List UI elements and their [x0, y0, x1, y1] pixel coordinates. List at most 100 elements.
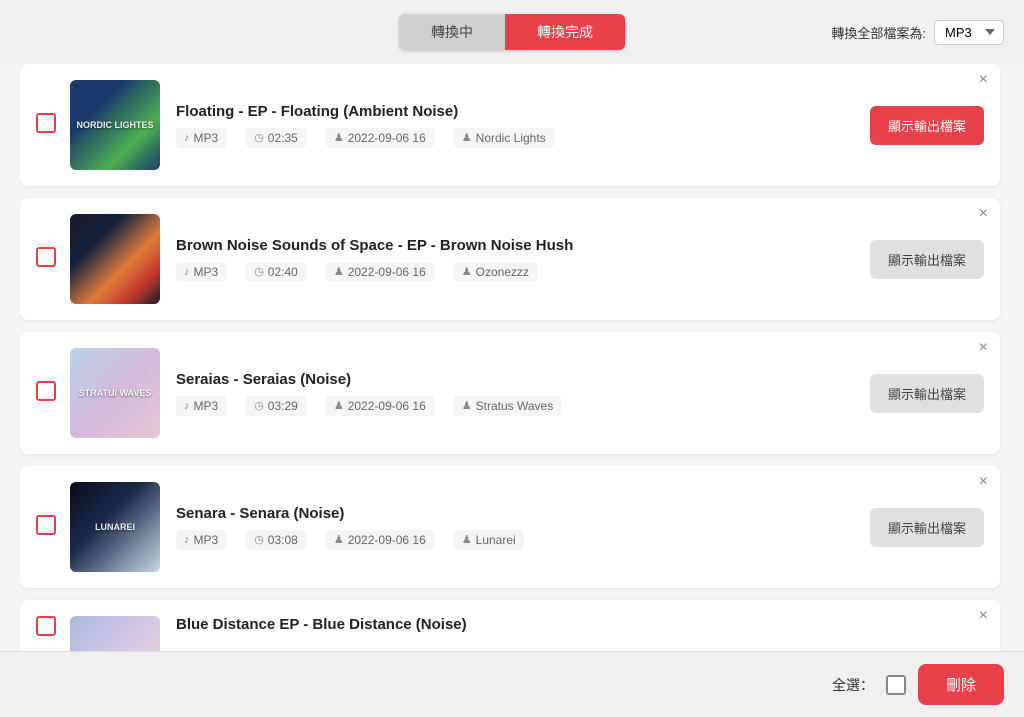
meta-format: ♪ MP3 — [176, 396, 226, 416]
tab-group: 轉換中 轉換完成 — [399, 14, 625, 50]
action-area: 顯示輸出檔案 — [870, 374, 984, 413]
track-checkbox[interactable] — [36, 247, 56, 267]
track-checkbox[interactable] — [36, 381, 56, 401]
album-art: LUNAREI — [70, 482, 160, 572]
album-art: NORDIC LIGHTES — [70, 80, 160, 170]
meta-date: ♟ 2022-09-06 16 — [326, 530, 434, 550]
track-title: Senara - Senara (Noise) — [176, 505, 854, 522]
checkbox-wrapper — [36, 616, 56, 641]
date-value: 2022-09-06 16 — [348, 533, 426, 547]
duration-value: 03:08 — [268, 533, 298, 547]
format-value: MP3 — [194, 131, 219, 145]
action-area: 顯示輸出檔案 — [870, 240, 984, 279]
format-label: 轉換全部檔案為: — [831, 23, 926, 42]
show-output-button[interactable]: 顯示輸出檔案 — [870, 374, 984, 413]
track-title: Blue Distance EP - Blue Distance (Noise) — [176, 616, 984, 633]
tab-done[interactable]: 轉換完成 — [505, 14, 625, 50]
format-selector: 轉換全部檔案為: MP3 AAC WAV FLAC OGG — [831, 20, 1004, 45]
meta-duration: ◷ 03:08 — [246, 530, 306, 550]
track-info: Floating - EP - Floating (Ambient Noise)… — [176, 103, 854, 148]
date-value: 2022-09-06 16 — [348, 265, 426, 279]
date-value: 2022-09-06 16 — [348, 399, 426, 413]
meta-artist: ♟ Lunarei — [454, 530, 524, 550]
track-title: Seraias - Seraias (Noise) — [176, 371, 854, 388]
meta-duration: ◷ 03:29 — [246, 396, 306, 416]
person-icon: ♟ — [334, 533, 344, 546]
track-info: Brown Noise Sounds of Space - EP - Brown… — [176, 237, 854, 282]
format-value: MP3 — [194, 265, 219, 279]
track-checkbox[interactable] — [36, 616, 56, 636]
format-select[interactable]: MP3 AAC WAV FLAC OGG — [934, 20, 1004, 45]
music-icon: ♪ — [184, 534, 190, 546]
checkbox-wrapper — [36, 113, 56, 138]
album-art-label: NORDIC LIGHTES — [76, 120, 153, 131]
track-title: Floating - EP - Floating (Ambient Noise) — [176, 103, 854, 120]
clock-icon: ◷ — [254, 131, 264, 144]
track-checkbox[interactable] — [36, 515, 56, 535]
track-info: Seraias - Seraias (Noise) ♪ MP3 ◷ 03:29 … — [176, 371, 854, 416]
track-meta: ♪ MP3 ◷ 02:40 ♟ 2022-09-06 16 ♟ Ozonezzz — [176, 262, 854, 282]
close-button[interactable]: × — [979, 608, 988, 624]
meta-artist: ♟ Nordic Lights — [454, 128, 554, 148]
checkbox-wrapper — [36, 247, 56, 272]
clock-icon: ◷ — [254, 265, 264, 278]
track-meta: ♪ MP3 ◷ 02:35 ♟ 2022-09-06 16 ♟ Nordic L… — [176, 128, 854, 148]
album-art — [70, 214, 160, 304]
track-card: × Brown Noise Sounds of Space - EP - Bro… — [20, 198, 1000, 320]
close-button[interactable]: × — [979, 206, 988, 222]
meta-date: ♟ 2022-09-06 16 — [326, 128, 434, 148]
bottom-bar: 全選： 刪除 — [0, 651, 1024, 717]
track-card: × LUNAREI Senara - Senara (Noise) ♪ MP3 … — [20, 466, 1000, 588]
artist-value: Nordic Lights — [476, 131, 546, 145]
meta-duration: ◷ 02:35 — [246, 128, 306, 148]
track-meta: ♪ MP3 ◷ 03:29 ♟ 2022-09-06 16 ♟ Stratus … — [176, 396, 854, 416]
person-icon: ♟ — [334, 265, 344, 278]
show-output-button[interactable]: 顯示輸出檔案 — [870, 240, 984, 279]
track-title: Brown Noise Sounds of Space - EP - Brown… — [176, 237, 854, 254]
duration-value: 02:35 — [268, 131, 298, 145]
select-all-checkbox[interactable] — [886, 675, 906, 695]
meta-format: ♪ MP3 — [176, 262, 226, 282]
album-art-label: STRATU/ WAVES — [79, 388, 152, 399]
close-button[interactable]: × — [979, 72, 988, 88]
select-all-label: 全選： — [832, 675, 874, 695]
album-art-label: LUNAREI — [95, 522, 135, 533]
duration-value: 03:29 — [268, 399, 298, 413]
artist-icon: ♟ — [462, 399, 472, 412]
artist-value: Ozonezzz — [476, 265, 529, 279]
clock-icon: ◷ — [254, 399, 264, 412]
action-area: 顯示輸出檔案 — [870, 508, 984, 547]
artist-value: Lunarei — [476, 533, 516, 547]
artist-icon: ♟ — [462, 131, 472, 144]
artist-icon: ♟ — [462, 533, 472, 546]
clock-icon: ◷ — [254, 533, 264, 546]
meta-artist: ♟ Ozonezzz — [454, 262, 537, 282]
show-output-button[interactable]: 顯示輸出檔案 — [870, 106, 984, 145]
music-icon: ♪ — [184, 266, 190, 278]
person-icon: ♟ — [334, 131, 344, 144]
duration-value: 02:40 — [268, 265, 298, 279]
track-card: × NORDIC LIGHTES Floating - EP - Floatin… — [20, 64, 1000, 186]
checkbox-wrapper — [36, 515, 56, 540]
track-info: Senara - Senara (Noise) ♪ MP3 ◷ 03:08 ♟ … — [176, 505, 854, 550]
close-button[interactable]: × — [979, 340, 988, 356]
track-card: × STRATU/ WAVES Seraias - Seraias (Noise… — [20, 332, 1000, 454]
track-checkbox[interactable] — [36, 113, 56, 133]
close-button[interactable]: × — [979, 474, 988, 490]
delete-button[interactable]: 刪除 — [918, 664, 1004, 705]
artist-icon: ♟ — [462, 265, 472, 278]
content-area: × NORDIC LIGHTES Floating - EP - Floatin… — [0, 64, 1024, 704]
top-bar: 轉換中 轉換完成 轉換全部檔案為: MP3 AAC WAV FLAC OGG — [0, 0, 1024, 64]
checkbox-wrapper — [36, 381, 56, 406]
meta-date: ♟ 2022-09-06 16 — [326, 262, 434, 282]
meta-format: ♪ MP3 — [176, 530, 226, 550]
show-output-button[interactable]: 顯示輸出檔案 — [870, 508, 984, 547]
action-area: 顯示輸出檔案 — [870, 106, 984, 145]
format-value: MP3 — [194, 533, 219, 547]
music-icon: ♪ — [184, 132, 190, 144]
format-value: MP3 — [194, 399, 219, 413]
meta-date: ♟ 2022-09-06 16 — [326, 396, 434, 416]
tab-converting[interactable]: 轉換中 — [399, 14, 505, 50]
meta-format: ♪ MP3 — [176, 128, 226, 148]
artist-value: Stratus Waves — [476, 399, 554, 413]
